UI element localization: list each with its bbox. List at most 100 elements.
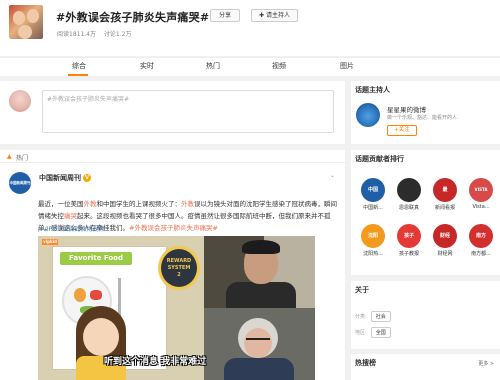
user-avatar[interactable] — [9, 90, 31, 112]
post-composer: #外教误会孩子肺炎失声痛哭# — [0, 81, 345, 144]
teacher-webcam — [204, 308, 315, 380]
request-host-label: 请主持人 — [265, 12, 290, 19]
author-name-text: 中国新闻周刊 — [39, 174, 81, 182]
teacher-glasses — [246, 338, 270, 342]
contributor-item[interactable]: 中国 中国新... — [357, 178, 389, 211]
hot-search-heading: 热搜榜 — [355, 359, 376, 367]
contributor-avatar: 南方 — [469, 224, 493, 248]
keyword-highlight: 外教 — [83, 200, 97, 208]
contributor-name: 新闻看报 — [434, 205, 455, 211]
contributor-avatar: 财经 — [433, 224, 457, 248]
host-name[interactable]: 星星果的微博 — [387, 104, 426, 114]
topic-thumbnail — [9, 5, 43, 39]
reward-system-badge: REWARD SYSTEM 2 — [158, 246, 200, 290]
topic-stats: 阅读1811.4万 讨论1.2万 — [57, 29, 137, 38]
tab-general[interactable]: 综合 — [72, 61, 86, 71]
teacher-body — [224, 358, 294, 380]
keyword-highlight: 外教 — [181, 200, 194, 208]
category-row: 分类: 社会 — [355, 311, 391, 322]
contributor-name: 沈阳热... — [363, 251, 383, 257]
contributor-avatar: VISTA — [469, 178, 493, 202]
contributor-item[interactable]: VISTA Vista... — [465, 178, 497, 210]
contributor-item[interactable]: 财经 财经网 — [429, 224, 461, 257]
region-tag[interactable]: 全国 — [370, 327, 391, 338]
flame-icon: ▲ — [7, 153, 12, 160]
contributor-name: 孩子教报 — [398, 251, 419, 257]
region-row: 地区: 全国 — [355, 327, 391, 338]
contributor-avatar: 中国 — [361, 178, 385, 202]
keyword-highlight: 痛哭 — [64, 212, 77, 220]
share-button[interactable]: 分享 — [210, 9, 241, 22]
tab-realtime[interactable]: 实时 — [140, 61, 154, 71]
contributor-name: Vista... — [472, 204, 490, 210]
video-source-link[interactable]: ▷VIPKID官微的微博视频 — [38, 224, 104, 233]
more-link[interactable]: 更多 > — [478, 360, 494, 367]
host-heading: 话题主持人 — [355, 86, 390, 94]
topic-header: #外教误会孩子肺炎失声痛哭# 分享 ✚ 请主持人 阅读1811.4万 讨论1.2… — [0, 0, 500, 56]
category-tag[interactable]: 社会 — [370, 311, 391, 322]
hot-section-header: ▲ 热门 — [0, 150, 345, 163]
fork-image — [118, 278, 121, 316]
contributor-item[interactable]: 南方 南方都... — [465, 224, 497, 257]
contributor-item[interactable]: 孩子 孩子教报 — [393, 224, 425, 257]
request-host-button[interactable]: ✚ 请主持人 — [251, 9, 298, 22]
reward-text: 2 — [177, 272, 181, 278]
student-body — [226, 282, 296, 308]
contributor-item[interactable]: 最 新闻看报 — [429, 178, 461, 211]
tab-video[interactable]: 视频 — [272, 61, 286, 71]
region-label: 地区: — [355, 330, 367, 336]
follow-button[interactable]: +关注 — [387, 125, 417, 136]
post-text: 和中国学生的上课视频火了： — [96, 200, 182, 208]
contributor-name: 南方都... — [471, 251, 491, 257]
contributor-avatar: 沈阳 — [361, 224, 385, 248]
feed-post: 中国新闻周刊 中国新闻周刊 V ⌄ 最近，一位美国外教和中国学生的上课视频火了：外… — [0, 163, 345, 380]
food-image — [74, 288, 86, 302]
topic-title: #外教误会孩子肺炎失声痛哭# — [56, 11, 210, 24]
contributors-heading: 话题贡献者排行 — [355, 155, 404, 163]
video-player[interactable]: vipkid Favorite Food REWARD SYSTEM 2 听到这… — [38, 236, 315, 380]
compose-input[interactable]: #外教误会孩子肺炎失声痛哭# — [42, 90, 334, 133]
contributor-avatar — [397, 178, 421, 202]
read-count: 阅读1811.4万 — [57, 31, 96, 38]
teacher-face — [244, 328, 272, 358]
student-webcam — [204, 236, 315, 308]
hot-search-card: 热搜榜 更多 > — [351, 354, 500, 380]
contributor-name: 财经网 — [437, 251, 453, 257]
student-hair — [242, 240, 280, 254]
tab-hot[interactable]: 热门 — [206, 61, 220, 71]
topic-tabs: 综合 实时 热门 视频 图片 — [0, 57, 500, 76]
active-tab-indicator — [68, 74, 88, 76]
hot-section-label: 热门 — [16, 155, 29, 162]
verified-icon: V — [83, 174, 91, 182]
contributors-card: 话题贡献者排行 中国 中国新... 恩恩联真 最 新闻看报 VISTA Vist… — [351, 150, 500, 275]
cartoon-girl-face — [83, 318, 119, 356]
topic-host-card: 话题主持人 星星果的微博 做一个乐观、豁达、能看开的人 +关注 — [351, 81, 500, 144]
video-subtitle: 听到这个消息 我非常难过 — [104, 357, 207, 367]
video-source-label: VIPKID官微的微博视频 — [42, 226, 105, 233]
tab-pictures[interactable]: 图片 — [340, 61, 354, 71]
author-avatar[interactable]: 中国新闻周刊 — [9, 172, 31, 194]
contributor-item[interactable]: 沈阳 沈阳热... — [357, 224, 389, 257]
topic-hashtag-link[interactable]: #外教误会孩子肺炎失声痛哭# — [129, 224, 218, 232]
contributor-name: 中国新... — [363, 205, 383, 211]
about-heading: 关于 — [355, 286, 369, 294]
food-image — [90, 290, 102, 300]
category-label: 分类: — [355, 314, 367, 320]
contributor-item[interactable]: 恩恩联真 — [393, 178, 425, 211]
author-name[interactable]: 中国新闻周刊 V — [39, 173, 91, 183]
reward-text: REWARD — [166, 258, 192, 264]
discussion-count: 讨论1.2万 — [103, 31, 132, 38]
chevron-down-icon[interactable]: ⌄ — [330, 172, 335, 179]
contributor-avatar: 孩子 — [397, 224, 421, 248]
host-description: 做一个乐观、豁达、能看开的人 — [387, 115, 458, 121]
about-card: 关于 分类: 社会 地区: 全国 — [351, 281, 500, 349]
post-text: 最近，一位美国 — [38, 200, 84, 208]
host-avatar[interactable] — [356, 103, 380, 127]
contributor-name: 恩恩联真 — [398, 205, 419, 211]
contributor-avatar: 最 — [433, 178, 457, 202]
reward-text: SYSTEM — [167, 265, 191, 271]
brand-tag: vipkid — [42, 239, 58, 245]
slide-title: Favorite Food — [60, 252, 132, 265]
author-avatar-text: 中国新闻周刊 — [9, 181, 31, 185]
pin-icon: ✚ — [259, 12, 265, 19]
